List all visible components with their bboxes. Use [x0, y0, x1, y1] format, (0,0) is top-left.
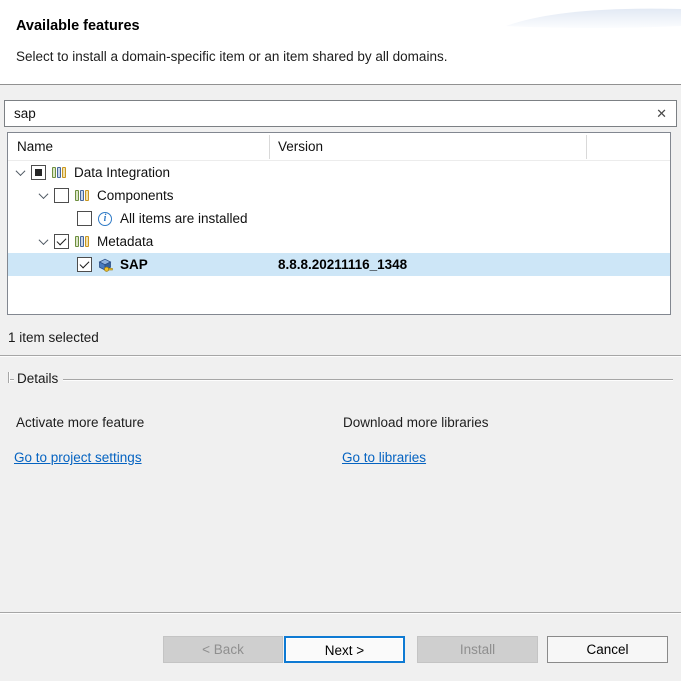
tree-row-data-integration[interactable]: Data Integration: [8, 161, 670, 184]
page-subtitle: Select to install a domain-specific item…: [16, 49, 447, 64]
column-divider: [269, 135, 270, 159]
column-header-version[interactable]: Version: [278, 139, 323, 154]
separator: [0, 355, 681, 357]
activate-feature-heading: Activate more feature: [16, 415, 144, 430]
version-value: 8.8.8.20211116_1348: [278, 257, 407, 272]
button-bar: < Back Next > Install Cancel: [0, 614, 681, 681]
banner-swoosh-decoration: [506, 4, 681, 30]
features-table: Name Version Data Integration Components i…: [7, 132, 671, 315]
clear-search-icon[interactable]: ✕: [656, 106, 667, 122]
modules-icon: [74, 188, 90, 204]
tree-row-metadata[interactable]: Metadata: [8, 230, 670, 253]
tree-row-sap[interactable]: SAP 8.8.8.20211116_1348: [8, 253, 670, 276]
info-icon: i: [97, 211, 113, 227]
tree-item-label: Components: [97, 188, 174, 203]
install-button[interactable]: Install: [417, 636, 538, 663]
checkbox-checked[interactable]: [54, 234, 69, 249]
selection-status-text: 1 item selected: [8, 330, 99, 345]
libraries-link[interactable]: Go to libraries: [342, 450, 426, 465]
table-header: Name Version: [8, 133, 670, 161]
expand-slot: [56, 253, 77, 276]
search-box: ✕: [4, 100, 677, 127]
back-button[interactable]: < Back: [163, 636, 283, 663]
modules-icon: [74, 234, 90, 250]
column-divider: [586, 135, 587, 159]
sap-icon: [97, 257, 113, 273]
tree-item-label: Data Integration: [74, 165, 170, 180]
next-button[interactable]: Next >: [284, 636, 405, 663]
details-group-border: [8, 379, 673, 381]
tree-item-label: All items are installed: [120, 211, 248, 226]
checkbox-unchecked[interactable]: [54, 188, 69, 203]
cancel-button[interactable]: Cancel: [547, 636, 668, 663]
tree-item-label: Metadata: [97, 234, 153, 249]
checkbox-unchecked[interactable]: [77, 211, 92, 226]
checkbox-checked[interactable]: [77, 257, 92, 272]
chevron-down-icon[interactable]: [16, 166, 26, 176]
expand-slot: [33, 230, 54, 253]
tree-item-label: SAP: [120, 257, 148, 272]
column-header-name[interactable]: Name: [17, 139, 53, 154]
chevron-down-icon[interactable]: [39, 235, 49, 245]
expand-slot: [10, 161, 31, 184]
details-group-corner: [8, 372, 10, 383]
tree-row-components[interactable]: Components: [8, 184, 670, 207]
download-libraries-heading: Download more libraries: [343, 415, 489, 430]
details-group-label: Details: [14, 371, 63, 386]
available-features-dialog: Available features Select to install a d…: [0, 0, 681, 681]
dialog-banner: Available features Select to install a d…: [0, 0, 681, 85]
checkbox-indeterminate[interactable]: [31, 165, 46, 180]
modules-icon: [51, 165, 67, 181]
expand-slot: [56, 207, 77, 230]
search-input[interactable]: [5, 101, 676, 126]
chevron-down-icon[interactable]: [39, 189, 49, 199]
project-settings-link[interactable]: Go to project settings: [14, 450, 142, 465]
page-title: Available features: [16, 18, 140, 34]
tree-row-all-items-are-installed[interactable]: i All items are installed: [8, 207, 670, 230]
expand-slot: [33, 184, 54, 207]
tree-rows: Data Integration Components i All items are…: [8, 161, 670, 276]
